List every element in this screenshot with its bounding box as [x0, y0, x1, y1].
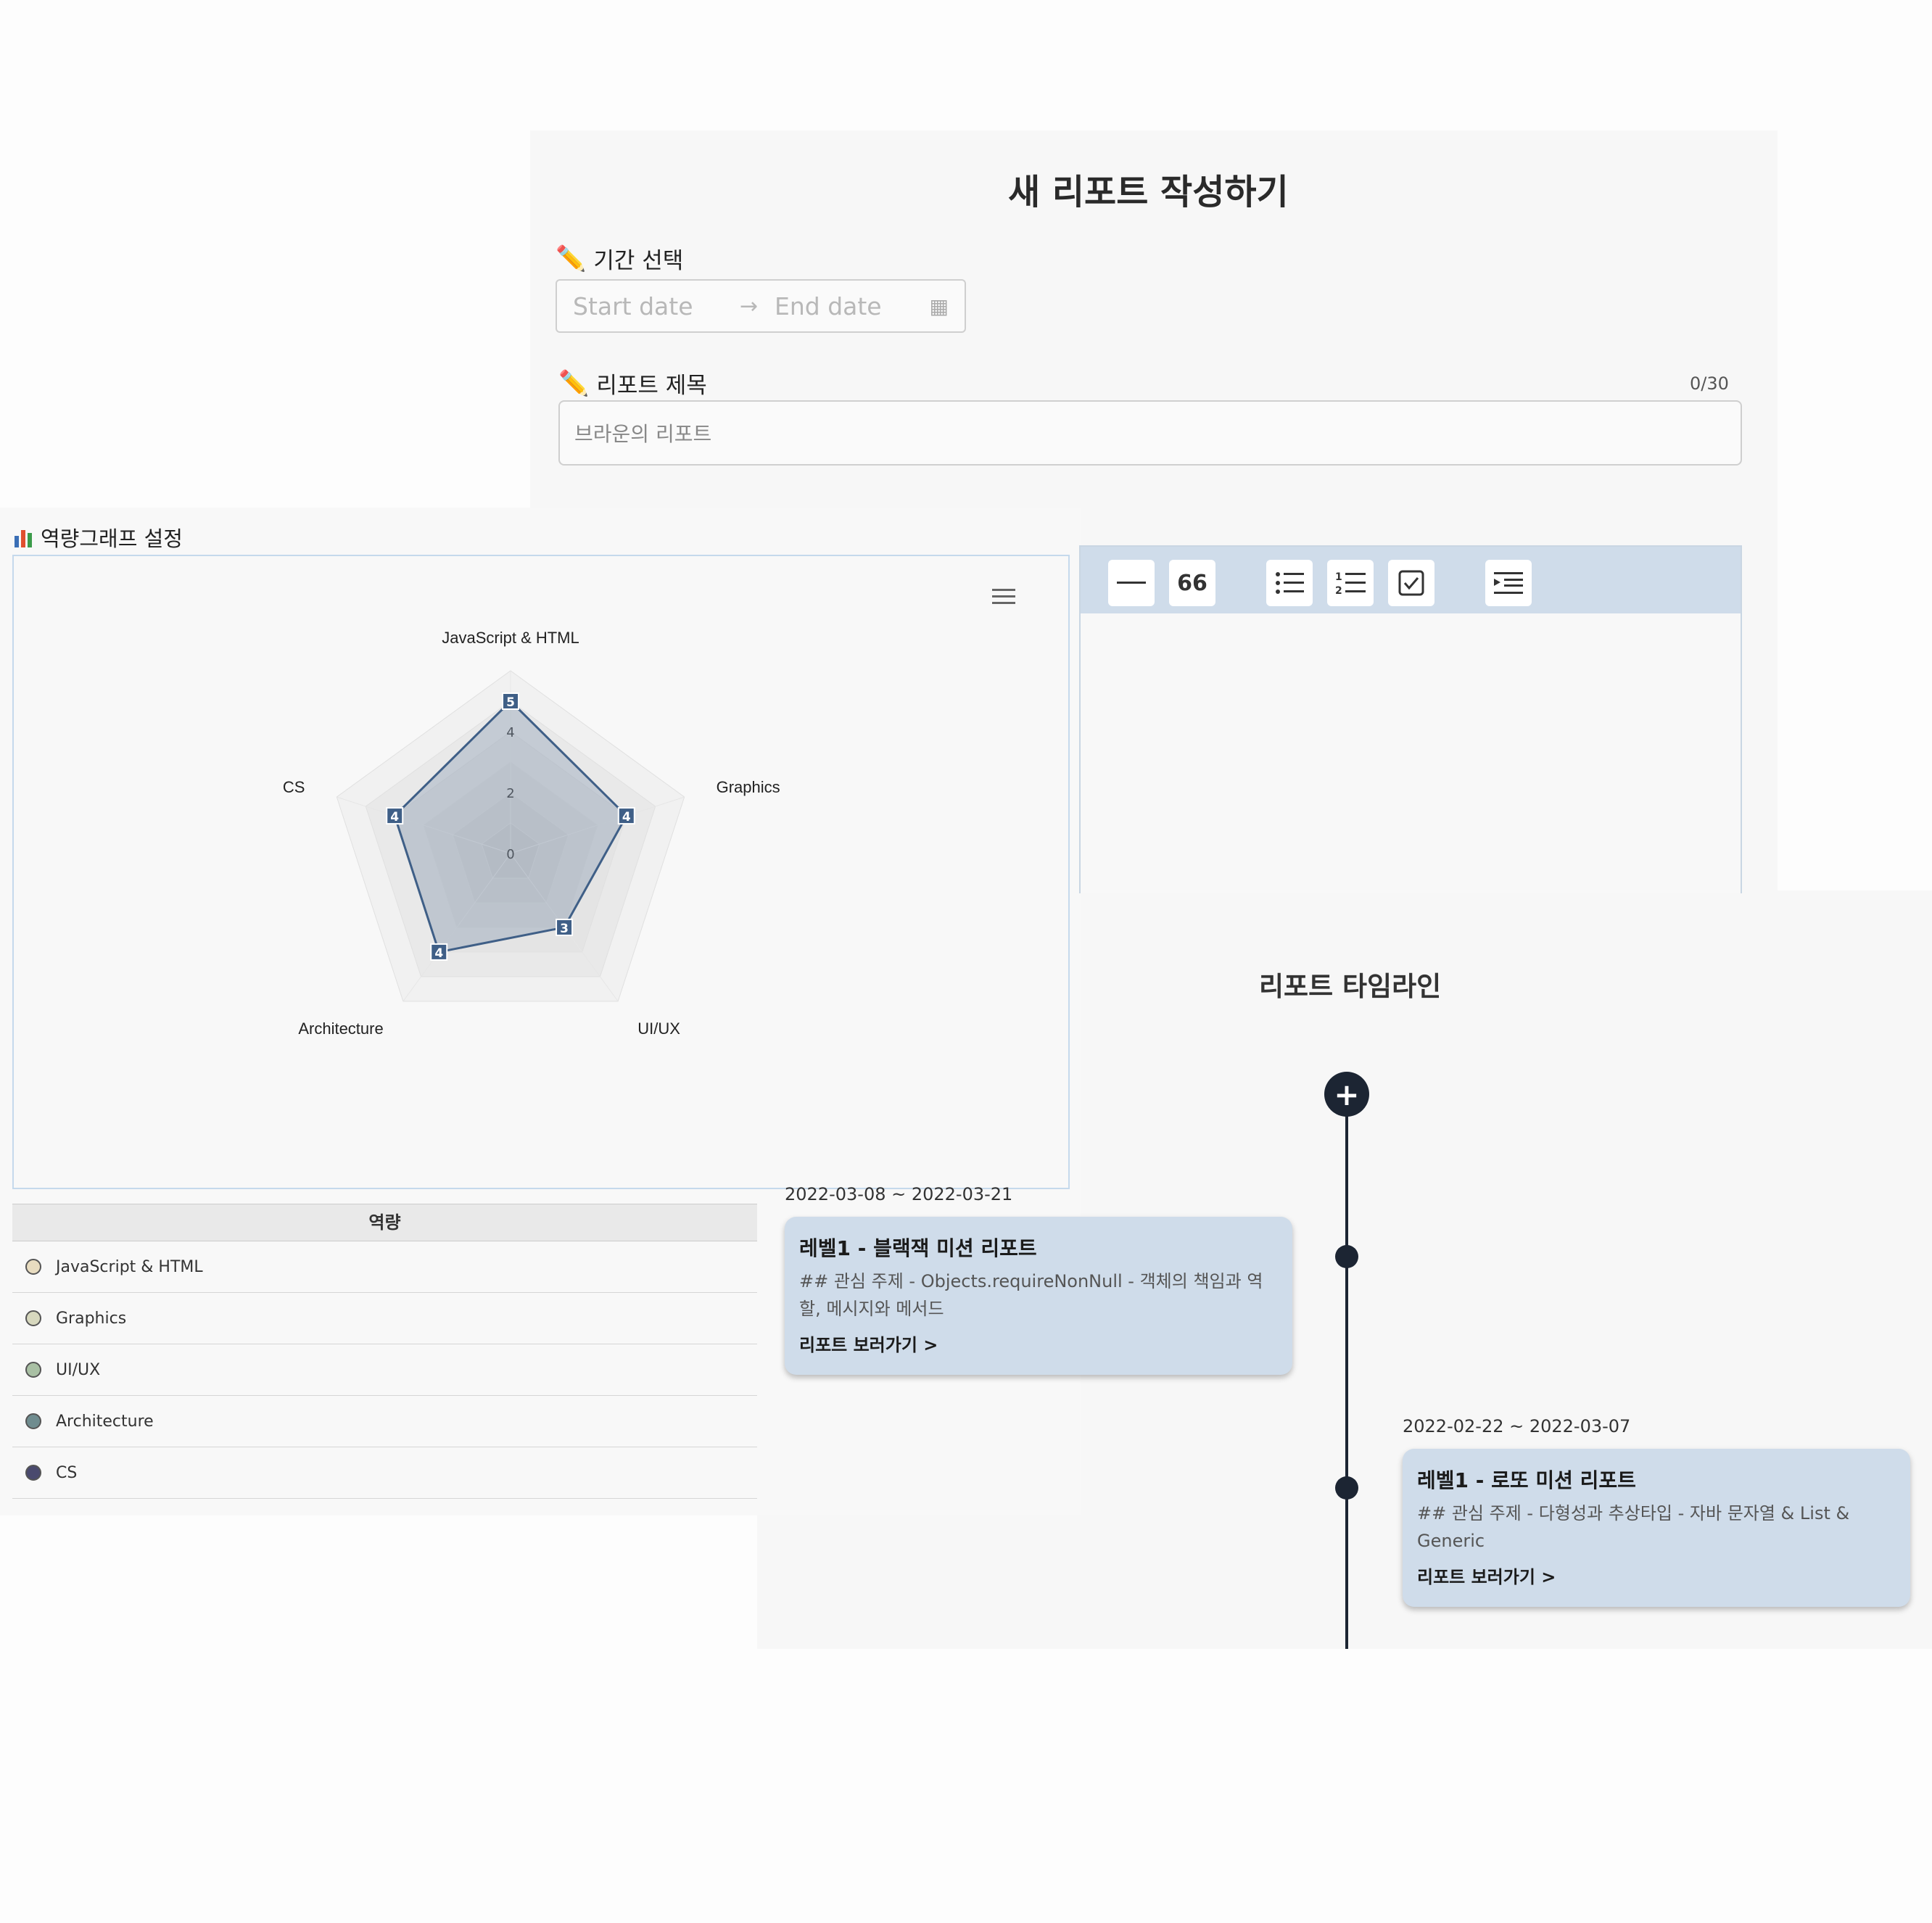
- radar-category-label: JavaScript & HTML: [442, 629, 579, 647]
- timeline-dot: [1335, 1476, 1358, 1500]
- skill-name: CS: [56, 1463, 78, 1482]
- card-title: 레벨1 - 로또 미션 리포트: [1417, 1468, 1636, 1492]
- indent-button[interactable]: [1485, 560, 1532, 606]
- radar-data-label: 4: [390, 810, 399, 824]
- radar-data-label: 4: [434, 946, 443, 961]
- skill-row[interactable]: Architecture: [12, 1396, 757, 1447]
- task-list-button[interactable]: [1388, 560, 1434, 606]
- skill-row[interactable]: Graphics: [12, 1293, 757, 1344]
- radar-chart-container: 024554344JavaScript & HTMLGraphicsUI/UXA…: [12, 555, 1070, 1189]
- radar-data-label: 4: [622, 810, 631, 824]
- hamburger-menu-icon[interactable]: [992, 589, 1015, 606]
- horizontal-rule-icon: [1117, 582, 1146, 584]
- arrow-right-icon: →: [740, 293, 759, 319]
- svg-text:1: 1: [1335, 571, 1342, 583]
- bar-chart-icon: [15, 530, 32, 547]
- indent-icon: [1494, 572, 1523, 594]
- radar-category-label: CS: [283, 778, 305, 796]
- editor-toolbar: 66 1 2: [1081, 547, 1741, 613]
- report-title-label-row: ✏️ 리포트 제목: [558, 367, 707, 400]
- markdown-editor[interactable]: 66 1 2: [1079, 545, 1742, 893]
- color-swatch[interactable]: [25, 1362, 41, 1378]
- timeline-line: [1345, 1095, 1348, 1649]
- period-label: 기간 선택: [593, 248, 684, 274]
- date-range-picker[interactable]: Start date → End date ▦: [556, 279, 966, 333]
- checkbox-icon: [1398, 570, 1424, 596]
- title-char-counter: 0/30: [1690, 373, 1729, 394]
- add-report-button[interactable]: +: [1324, 1072, 1369, 1117]
- skill-table: 역량 JavaScript & HTML Graphics UI/UX Arch…: [12, 1204, 757, 1499]
- chart-settings-label-row: 역량그래프 설정: [13, 522, 183, 553]
- bullet-list-icon: [1276, 572, 1304, 594]
- skill-name: UI/UX: [56, 1360, 101, 1379]
- timeline-card[interactable]: 레벨1 - 로또 미션 리포트 ## 관심 주제 - 다형성과 추상타입 - 자…: [1403, 1449, 1910, 1607]
- skill-table-header: 역량: [12, 1204, 757, 1241]
- svg-text:2: 2: [1335, 585, 1342, 596]
- radar-category-label: UI/UX: [637, 1020, 680, 1038]
- skill-row[interactable]: JavaScript & HTML: [12, 1241, 757, 1293]
- end-date-input[interactable]: End date: [775, 292, 882, 320]
- radar-data-label: 3: [560, 922, 569, 936]
- horizontal-rule-button[interactable]: [1108, 560, 1155, 606]
- pencil-icon: ✏️: [556, 244, 587, 273]
- skill-row[interactable]: CS: [12, 1447, 757, 1499]
- timeline-date: 2022-03-08 ~ 2022-03-21: [785, 1184, 1013, 1204]
- calendar-icon[interactable]: ▦: [930, 294, 949, 318]
- period-label-row: ✏️ 기간 선택: [556, 242, 683, 275]
- color-swatch[interactable]: [25, 1259, 41, 1275]
- radar-chart: 024554344JavaScript & HTMLGraphicsUI/UXA…: [283, 629, 780, 1038]
- page-title: 새 리포트 작성하기: [1008, 172, 1289, 212]
- radar-data-label: 5: [506, 695, 515, 710]
- color-swatch[interactable]: [25, 1413, 41, 1429]
- card-title: 레벨1 - 블랙잭 미션 리포트: [799, 1236, 1037, 1260]
- timeline-dot: [1335, 1245, 1358, 1268]
- card-body: ## 관심 주제 - Objects.requireNonNull - 객체의 …: [799, 1271, 1263, 1319]
- report-title-input[interactable]: 브라운의 리포트: [558, 400, 1742, 466]
- color-swatch[interactable]: [25, 1310, 41, 1326]
- view-report-link[interactable]: 리포트 보러가기 >: [1417, 1563, 1556, 1588]
- view-report-link[interactable]: 리포트 보러가기 >: [799, 1331, 938, 1356]
- ordered-list-button[interactable]: 1 2: [1327, 560, 1374, 606]
- radar-category-label: Graphics: [717, 778, 780, 796]
- report-title-label: 리포트 제목: [596, 373, 707, 399]
- skill-name: JavaScript & HTML: [56, 1257, 203, 1276]
- radar-category-label: Architecture: [298, 1020, 383, 1038]
- timeline-card[interactable]: 레벨1 - 블랙잭 미션 리포트 ## 관심 주제 - Objects.requ…: [785, 1217, 1292, 1375]
- skill-row[interactable]: UI/UX: [12, 1344, 757, 1396]
- bullet-list-button[interactable]: [1266, 560, 1313, 606]
- skill-name: Architecture: [56, 1412, 154, 1431]
- pencil-icon: ✏️: [558, 368, 590, 398]
- blockquote-button[interactable]: 66: [1169, 560, 1215, 606]
- start-date-input[interactable]: Start date: [573, 292, 693, 320]
- color-swatch[interactable]: [25, 1465, 41, 1481]
- timeline-date: 2022-02-22 ~ 2022-03-07: [1403, 1416, 1631, 1436]
- chart-settings-label: 역량그래프 설정: [41, 526, 183, 551]
- timeline-title: 리포트 타임라인: [1259, 971, 1442, 1002]
- ordered-list-icon: 1 2: [1335, 571, 1366, 596]
- card-body: ## 관심 주제 - 다형성과 추상타입 - 자바 문자열 & List & G…: [1417, 1503, 1850, 1551]
- skill-name: Graphics: [56, 1309, 127, 1328]
